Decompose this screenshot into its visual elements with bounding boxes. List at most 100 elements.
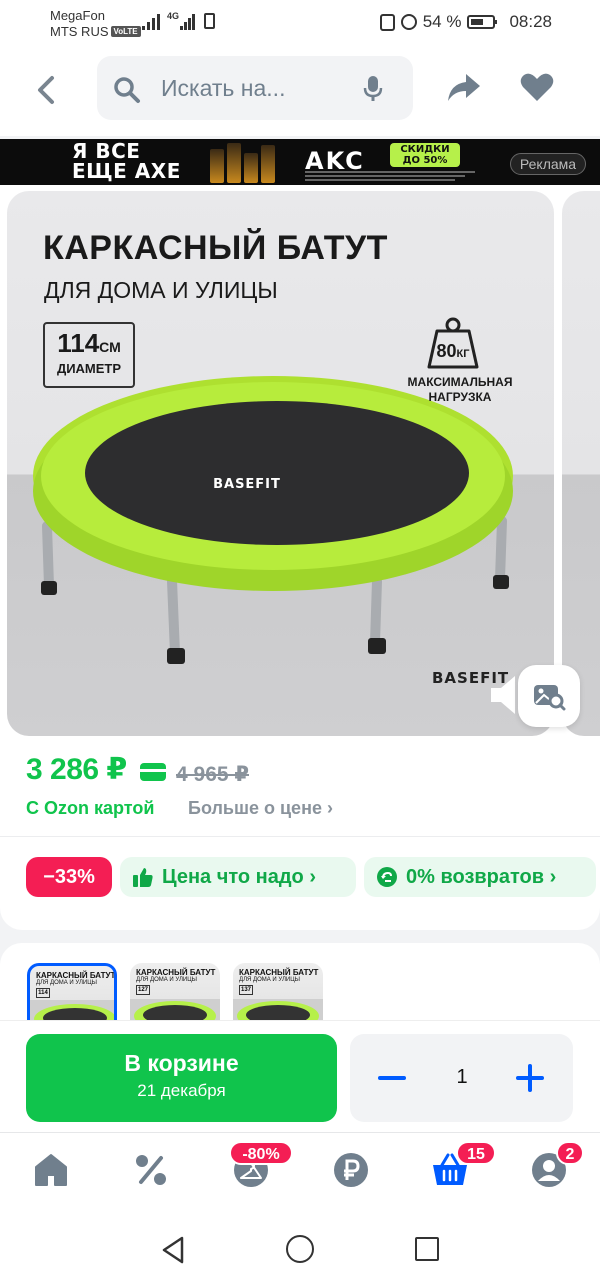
carrier-name-2-text: MTS RUS <box>50 24 109 39</box>
tab-profile[interactable]: 2 <box>530 1141 584 1191</box>
ad-sale-line2: ДО 50% <box>402 155 448 166</box>
tab-sales[interactable] <box>132 1151 172 1191</box>
image-subtitle: ДЛЯ ДОМА И УЛИЦЫ <box>44 277 278 303</box>
sale-badge: -80% <box>229 1141 293 1165</box>
ozon-card-label: С Ozon картой <box>26 798 155 818</box>
search-input[interactable]: Искать на... <box>161 75 285 102</box>
weight-unit: КГ <box>456 348 470 360</box>
thumbnail-subtitle: ДЛЯ ДОМА И УЛИЦЫ <box>239 977 300 983</box>
speaker-icon[interactable] <box>485 670 519 720</box>
ad-sale-badge: СКИДКИ ДО 50% <box>390 143 460 167</box>
image-search-icon <box>534 685 566 711</box>
diameter-unit: СМ <box>99 339 121 355</box>
carrier-name-2: MTS RUS VoLTE <box>50 24 141 39</box>
nfc-icon <box>379 13 395 31</box>
returns-badge[interactable]: 0% возвратов › <box>364 857 596 897</box>
ad-fine-print <box>305 171 485 181</box>
status-right: 54 % 08:28 <box>379 12 552 32</box>
weight-number: 80 <box>436 341 457 361</box>
signal-icon <box>142 14 162 30</box>
home-icon <box>35 1154 67 1186</box>
nav-back-icon[interactable] <box>160 1236 186 1264</box>
return-icon <box>377 867 397 887</box>
thumbnail-diameter: 137 <box>239 985 253 995</box>
thumbnail-2[interactable]: КАРКАСНЫЙ БАТУТ ДЛЯ ДОМА И УЛИЦЫ 127 <box>130 963 220 1023</box>
thumbnail-title: КАРКАСНЫЙ БАТУТ <box>36 971 116 980</box>
thumbnail-subtitle: ДЛЯ ДОМА И УЛИЦЫ <box>136 977 197 983</box>
in-cart-label: В корзине <box>124 1050 239 1076</box>
in-cart-button[interactable]: В корзине 21 декабря <box>26 1034 337 1122</box>
increase-button[interactable] <box>516 1064 544 1092</box>
quantity-stepper: 1 <box>350 1034 573 1122</box>
thumbs-up-icon <box>133 868 153 887</box>
gallery-next-slide[interactable] <box>562 191 600 736</box>
carrier-name-1: MegaFon <box>50 8 105 23</box>
tab-fresh[interactable]: -80% <box>229 1141 293 1191</box>
diameter-number: 114 <box>57 328 100 358</box>
thumbnail-3[interactable]: КАРКАСНЫЙ БАТУТ ДЛЯ ДОМА И УЛИЦЫ 137 <box>233 963 323 1023</box>
trampoline-image: BASEFIT <box>33 376 513 664</box>
share-icon[interactable] <box>446 72 482 104</box>
signal-icon-2 <box>180 14 196 30</box>
nav-home-icon[interactable] <box>286 1235 314 1263</box>
tab-cart[interactable]: 15 <box>430 1141 496 1191</box>
battery-percent: 54 % <box>422 12 462 31</box>
old-price: 4 965 ₽ <box>176 763 249 786</box>
top-header: Искать на... <box>0 48 600 136</box>
battery-icon <box>467 15 498 29</box>
weight-label: МАКСИМАЛЬНАЯ НАГРУЗКА <box>395 375 525 405</box>
good-price-badge[interactable]: Цена что надо › <box>120 857 356 897</box>
mic-icon[interactable] <box>363 74 383 104</box>
search-icon <box>114 77 140 103</box>
image-title: КАРКАСНЫЙ БАТУТ <box>43 229 388 267</box>
search-bar[interactable]: Искать на... <box>97 56 413 120</box>
diameter-label: ДИАМЕТР <box>56 361 122 376</box>
thumbnail-title: КАРКАСНЫЙ БАТУТ <box>136 968 216 977</box>
thumbnail-subtitle: ДЛЯ ДОМА И УЛИЦЫ <box>36 980 97 986</box>
mat-logo: BASEFIT <box>213 477 281 492</box>
heart-icon[interactable] <box>520 72 554 102</box>
tab-finance[interactable] <box>332 1151 372 1191</box>
sim-icon <box>204 13 215 29</box>
more-about-price-link[interactable]: Больше о цене › <box>188 798 333 819</box>
ruble-icon <box>334 1153 368 1187</box>
clock: 08:28 <box>509 12 552 31</box>
profile-badge: 2 <box>556 1141 584 1165</box>
gallery-slide[interactable]: BASEFIT КАРКАСНЫЙ БАТУТ ДЛЯ ДОМА И УЛИЦЫ… <box>7 191 554 736</box>
tab-home[interactable] <box>32 1151 72 1191</box>
weight-label-line2: НАГРУЗКА <box>428 390 492 404</box>
cart-count-badge: 15 <box>456 1141 496 1165</box>
delivery-date: 21 декабря <box>137 1081 226 1100</box>
system-nav-bar <box>0 1212 600 1283</box>
product-page: MegaFon MTS RUS VoLTE 4G 54 % 08:28 Искат… <box>0 0 600 1283</box>
back-button[interactable] <box>28 72 64 108</box>
ad-headline-line2: ЕЩЕ AXE <box>72 159 181 183</box>
discount-badge: −33% <box>26 857 112 897</box>
alarm-icon <box>400 14 417 30</box>
ad-headline: Я ВСЕ ЕЩЕ AXE <box>72 141 181 181</box>
decrease-button[interactable] <box>378 1076 406 1080</box>
image-search-button[interactable] <box>518 665 580 727</box>
returns-label: 0% возвратов › <box>406 866 557 888</box>
status-bar: MegaFon MTS RUS VoLTE 4G 54 % 08:28 <box>0 0 600 48</box>
bottom-tabbar: -80% 15 2 <box>0 1132 600 1212</box>
thumbnail-diameter: 127 <box>136 985 150 995</box>
diameter-value: 114СМ <box>45 328 133 359</box>
weight-value: 80КГ <box>425 341 481 362</box>
price-block: 3 286 ₽ 4 965 ₽ С Ozon картой Больше о ц… <box>0 740 600 836</box>
product-gallery[interactable]: BASEFIT КАРКАСНЫЙ БАТУТ ДЛЯ ДОМА И УЛИЦЫ… <box>0 185 600 740</box>
nav-recent-icon[interactable] <box>415 1237 439 1261</box>
cart-area: В корзине 21 декабря 1 <box>0 1020 600 1132</box>
thumbnail-diameter: 114 <box>36 988 50 998</box>
thumbnail-title: КАРКАСНЫЙ БАТУТ <box>239 968 319 977</box>
current-price: 3 286 ₽ <box>26 753 127 786</box>
percent-icon <box>136 1155 166 1185</box>
volte-badge: VoLTE <box>110 26 141 37</box>
ad-sale-line1: СКИДКИ <box>400 144 450 155</box>
weight-label-line1: МАКСИМАЛЬНАЯ <box>407 375 513 389</box>
thumbnail-1[interactable]: КАРКАСНЫЙ БАТУТ ДЛЯ ДОМА И УЛИЦЫ 114 <box>27 963 117 1023</box>
card-icon <box>140 763 166 781</box>
badges-row: −33% Цена что надо › 0% возвратов › <box>0 836 600 930</box>
good-price-label: Цена что надо › <box>162 866 316 888</box>
ad-headline-line1: Я ВСЕ <box>72 139 141 163</box>
